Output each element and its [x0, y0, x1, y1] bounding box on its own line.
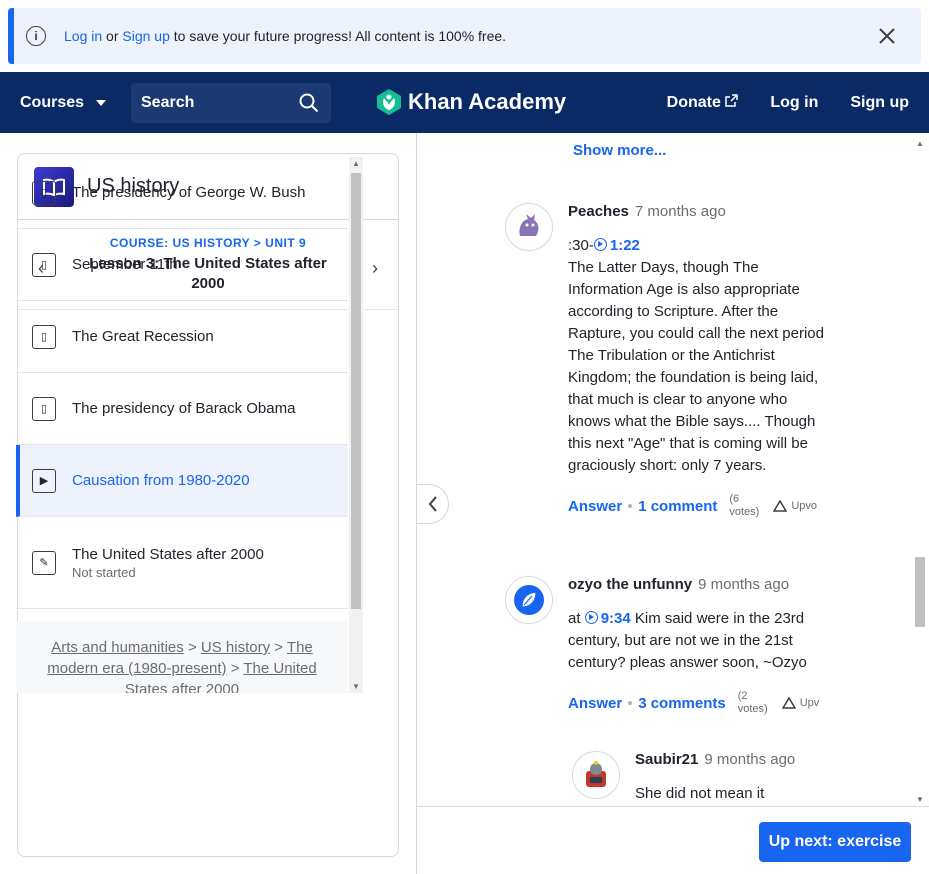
list-item[interactable]: ✎ The United States after 2000 Not start…	[16, 517, 348, 609]
list-item[interactable]: ▯ The Great Recession	[16, 301, 348, 373]
banner-signup-link[interactable]: Sign up	[122, 28, 169, 44]
comments-count-link[interactable]: 3 comments	[638, 695, 726, 712]
footer-breadcrumb: Arts and humanities > US history > The m…	[16, 621, 348, 693]
upvote-triangle-icon	[773, 500, 788, 512]
upvote-label: Upvo	[791, 500, 818, 512]
chevron-down-icon	[96, 99, 107, 106]
pencil-exercise-icon: ✎	[32, 550, 56, 575]
banner-message: Log in or Sign up to save your future pr…	[64, 28, 506, 44]
scroll-down-arrow-icon[interactable]: ▼	[352, 682, 360, 691]
list-item-label: The presidency of George W. Bush	[72, 184, 306, 201]
avatar[interactable]	[505, 203, 553, 251]
comment-time: 7 months ago	[634, 203, 726, 220]
footer-crumb-link[interactable]: US history	[201, 639, 270, 656]
list-item-active[interactable]: ▶ Causation from 1980-2020	[16, 445, 348, 517]
comment-text: at 9:34 Kim said were in the 23rd centur…	[568, 608, 830, 674]
login-banner: i Log in or Sign up to save your future …	[8, 8, 921, 64]
close-icon[interactable]	[875, 24, 899, 48]
breadcrumb-separator: >	[187, 639, 197, 656]
chevron-right-icon[interactable]: ›	[372, 258, 378, 279]
logo-text: Khan Academy	[408, 89, 567, 114]
comment-text: :30- 1:22 The Latter Days, though The Inf…	[568, 235, 830, 477]
info-icon: i	[26, 26, 46, 46]
video-play-icon: ▶	[32, 468, 56, 493]
play-circle-icon	[593, 238, 607, 251]
search-input[interactable]: Search	[131, 83, 331, 123]
list-item[interactable]: ▯ The presidency of Barack Obama	[16, 373, 348, 445]
breadcrumb-separator: >	[230, 660, 240, 677]
search-placeholder: Search	[141, 94, 195, 111]
separator-dot	[628, 701, 633, 705]
scroll-up-arrow-icon[interactable]: ▲	[352, 159, 360, 168]
vote-count: (2 votes)	[737, 690, 768, 715]
khan-leaf-logo-icon	[377, 89, 401, 115]
scroll-up-arrow-icon[interactable]: ▲	[916, 139, 924, 148]
list-item[interactable]: ▯ September 11th	[16, 229, 348, 301]
avatar[interactable]	[505, 576, 553, 624]
banner-or-text: or	[102, 28, 123, 44]
comment-prefix: :30-	[568, 237, 594, 254]
upvote-triangle-icon	[781, 697, 796, 709]
show-more-link[interactable]: Show more...	[573, 142, 666, 159]
bottom-bar: Up next: exercise	[417, 806, 929, 874]
signup-link[interactable]: Sign up	[850, 94, 909, 112]
article-icon: ▯	[32, 180, 56, 205]
lesson-item-list: ▯ The presidency of George W. Bush ▯ Sep…	[16, 157, 348, 693]
list-item-label: The presidency of Barack Obama	[72, 400, 296, 417]
comment-author[interactable]: Saubir21	[635, 751, 698, 768]
article-icon: ▯	[32, 252, 56, 277]
list-item-label: The Great Recession	[72, 328, 214, 345]
comment-time: 9 months ago	[704, 751, 796, 768]
scroll-down-arrow-icon[interactable]: ▼	[916, 795, 924, 804]
scrollbar-thumb[interactable]	[915, 557, 925, 627]
timestamp-label: 1:22	[609, 237, 640, 254]
top-nav: Courses Search Khan Academy Donate Log i…	[0, 72, 929, 133]
sidebar-scrollbar[interactable]: ▲ ▼	[349, 157, 363, 693]
upvote-label: Upv	[799, 697, 820, 709]
list-item-label: The United States after 2000	[72, 545, 264, 563]
scrollbar-thumb[interactable]	[351, 173, 361, 609]
comment-actions: Answer 3 comments (2 votes) Upv	[568, 690, 830, 716]
upvote-button[interactable]: Upvo	[773, 500, 817, 512]
banner-rest-text: to save your future progress! All conten…	[169, 28, 507, 44]
login-link[interactable]: Log in	[770, 94, 818, 112]
comments-count-link[interactable]: 1 comment	[638, 498, 717, 515]
answer-button[interactable]: Answer	[568, 498, 622, 515]
comment-prefix: at	[568, 610, 585, 627]
khan-academy-logo[interactable]: Khan Academy	[376, 88, 566, 116]
comment-body: The Latter Days, though The Information …	[568, 259, 824, 474]
list-item[interactable]: ▯ The presidency of George W. Bush	[16, 157, 348, 229]
comment-body: She did not mean it	[635, 785, 765, 802]
donate-link[interactable]: Donate	[667, 94, 739, 112]
timestamp-label: 9:34	[600, 610, 631, 627]
external-link-icon	[725, 93, 739, 107]
list-item-label: Causation from 1980-2020	[72, 472, 250, 489]
comment-actions: Answer 1 comment (6 votes) Upvo	[568, 493, 830, 519]
footer-crumb-link[interactable]: Arts and humanities	[51, 639, 184, 656]
answer-button[interactable]: Answer	[568, 695, 622, 712]
article-icon: ▯	[32, 324, 56, 349]
search-icon	[299, 93, 319, 113]
up-next-button[interactable]: Up next: exercise	[759, 822, 911, 862]
upvote-button[interactable]: Upv	[781, 697, 820, 709]
video-timestamp-link[interactable]: 1:22	[593, 237, 640, 254]
comment-time: 9 months ago	[698, 576, 790, 593]
vote-count: (6 votes)	[729, 493, 760, 518]
comment-author[interactable]: ozyo the unfunny	[568, 576, 692, 593]
play-circle-icon	[584, 611, 598, 624]
courses-label: Courses	[20, 93, 85, 111]
donate-label: Donate	[666, 93, 721, 111]
video-timestamp-link[interactable]: 9:34	[584, 610, 631, 627]
breadcrumb-separator: >	[274, 639, 284, 656]
courses-menu[interactable]: Courses	[20, 93, 107, 112]
main-scrollbar[interactable]: ▲ ▼	[912, 137, 928, 806]
article-icon: ▯	[32, 396, 56, 421]
avatar[interactable]	[572, 751, 620, 799]
chevron-left-icon	[428, 496, 437, 512]
comment-author[interactable]: Peaches	[568, 203, 629, 220]
banner-login-link[interactable]: Log in	[64, 28, 102, 44]
list-item-label: September 11th	[72, 256, 178, 273]
separator-dot	[628, 504, 633, 508]
list-item-status: Not started	[72, 564, 136, 580]
